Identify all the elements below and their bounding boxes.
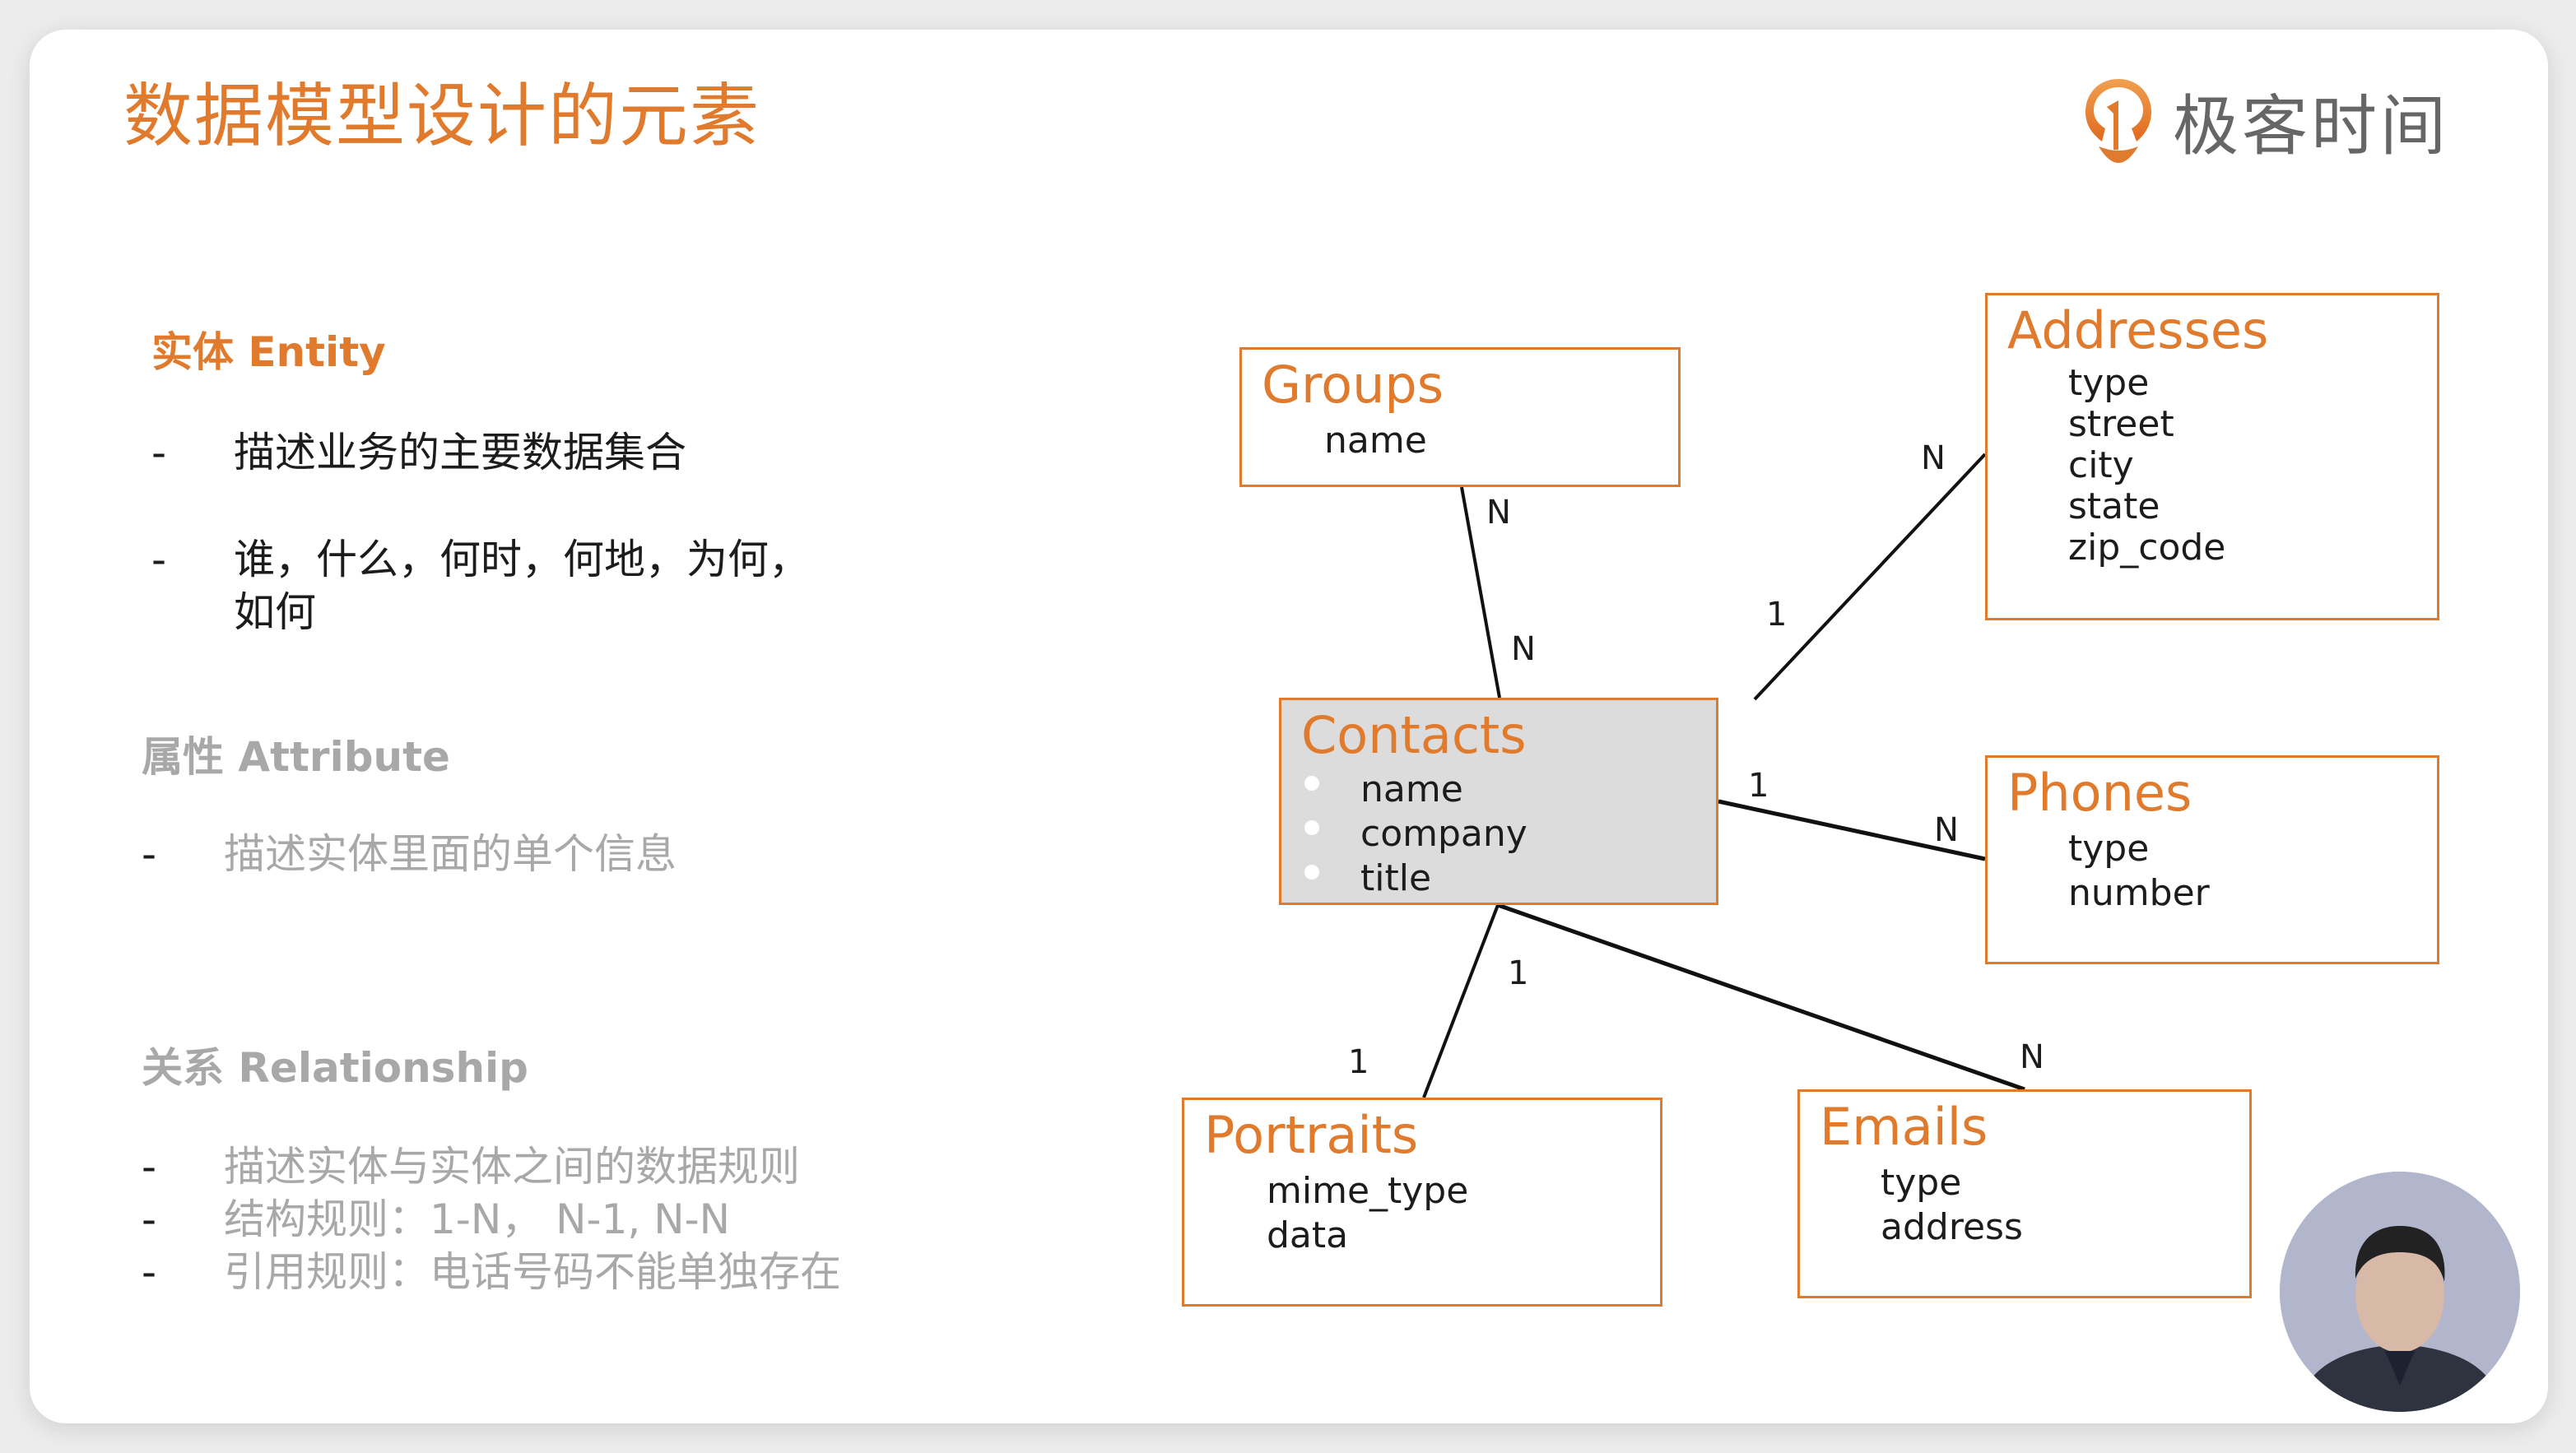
entity-phones: Phones type number [1985,755,2439,964]
attribute: zip_code [2068,527,2226,569]
cardinality-contacts-groups-side: N [1511,630,1536,668]
entity-attributes: type street city state zip_code [2068,363,2225,569]
entity-attributes: type address [1881,1161,2023,1250]
entity-name: Emails [1820,1097,1988,1157]
attribute: mime_type [1267,1170,1469,1212]
cardinality-addresses-side: N [1921,439,1946,477]
bullet-dot-icon [1304,865,1319,880]
entity-contacts: Contacts name company title [1279,698,1718,905]
entity-name: Contacts [1301,705,1527,765]
entity-name: Groups [1262,355,1444,415]
attribute: type [1881,1162,1962,1204]
attribute: type [2068,362,2150,404]
attribute: city [2068,444,2134,486]
entity-name: Portraits [1204,1105,1419,1165]
entity-attributes: mime_type data [1267,1169,1468,1258]
attribute: company [1360,813,1527,855]
cardinality-phones-side: N [1934,811,1959,849]
link-contacts-addresses [1753,453,1987,701]
entity-groups: Groups name [1239,347,1681,487]
entity-emails: Emails type address [1797,1089,2252,1298]
cardinality-emails-side: N [2020,1038,2044,1076]
attribute: address [1881,1206,2023,1248]
presenter-video[interactable] [2280,1172,2520,1412]
cardinality-groups-side: N [1486,494,1511,532]
entity-addresses: Addresses type street city state zip_cod… [1985,293,2439,620]
cardinality-portraits-side: 1 [1348,1043,1369,1081]
entity-name: Phones [2007,763,2192,823]
link-contacts-emails [1497,903,2025,1092]
attribute: street [2068,403,2174,445]
entity-attributes: name [1324,420,1427,462]
link-contacts-portraits [1422,904,1500,1098]
attribute: title [1360,857,1432,899]
bullet-dot-icon [1304,776,1319,791]
cardinality-contacts-portraits-side: 1 [1508,954,1529,992]
bullet-dot-icon [1304,820,1319,835]
attribute: type [2068,828,2150,870]
entity-portraits: Portraits mime_type data [1182,1098,1662,1307]
attribute: data [1267,1214,1349,1256]
attribute: name [1360,768,1463,810]
entity-attributes: name company title [1360,768,1527,901]
attribute: state [2068,485,2160,527]
cardinality-contacts-addresses-side: 1 [1766,596,1788,634]
cardinality-contacts-phones-side: 1 [1748,767,1769,805]
attribute: number [2068,872,2210,914]
presenter-avatar-icon [2280,1172,2520,1412]
attribute: name [1324,420,1427,462]
entity-attributes: type number [2068,827,2210,916]
entity-name: Addresses [2007,300,2269,360]
